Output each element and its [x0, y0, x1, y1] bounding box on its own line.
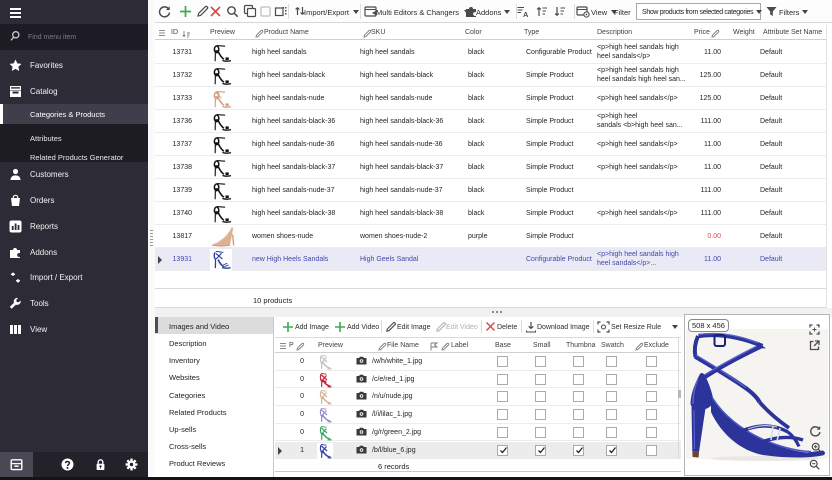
svg-text:A: A: [523, 10, 529, 18]
